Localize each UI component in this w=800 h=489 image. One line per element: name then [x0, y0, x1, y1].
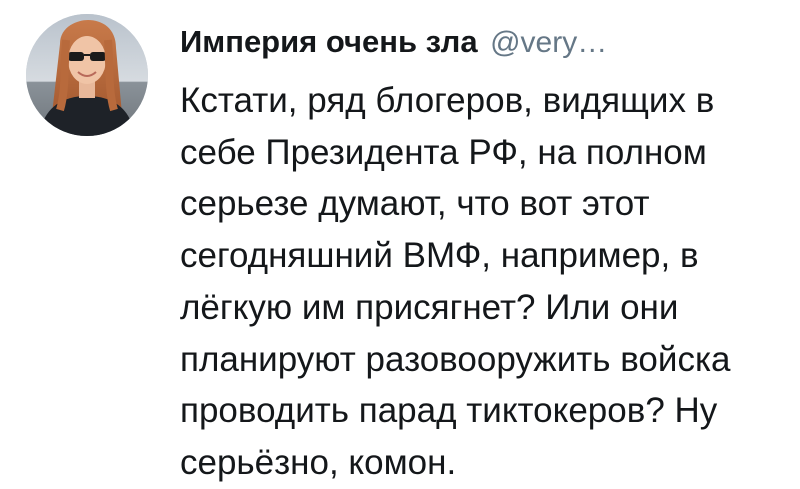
- tweet-text-line: проводить парад тиктокеров? Ну: [180, 391, 718, 431]
- tweet-text-line: серьезе думают, что вот этот: [180, 184, 650, 224]
- tweet-text: Кстати, ряд блогеров, видящих в себе Пре…: [180, 75, 790, 489]
- tweet-text-line: себе Президента РФ, на полном: [180, 132, 707, 172]
- author-handle[interactable]: @very…: [490, 26, 607, 59]
- avatar-photo: [26, 14, 148, 136]
- tweet: Империя очень зла @very… Кстати, ряд бло…: [0, 0, 800, 482]
- tweet-text-line: лёгкую им присягнет? Или они: [180, 287, 679, 327]
- tweet-text-line: Кстати, ряд блогеров, видящих в: [180, 81, 715, 120]
- avatar[interactable]: [26, 14, 148, 136]
- tweet-header: Империя очень зла @very…: [180, 24, 780, 68]
- author-display-name[interactable]: Империя очень зла: [180, 24, 478, 59]
- tweet-text-line: планируют разовооружить войска: [180, 339, 731, 379]
- tweet-text-line: сегодняшний ВМФ, например, в: [180, 236, 699, 276]
- tweet-text-line: серьёзно, комон.: [180, 442, 457, 482]
